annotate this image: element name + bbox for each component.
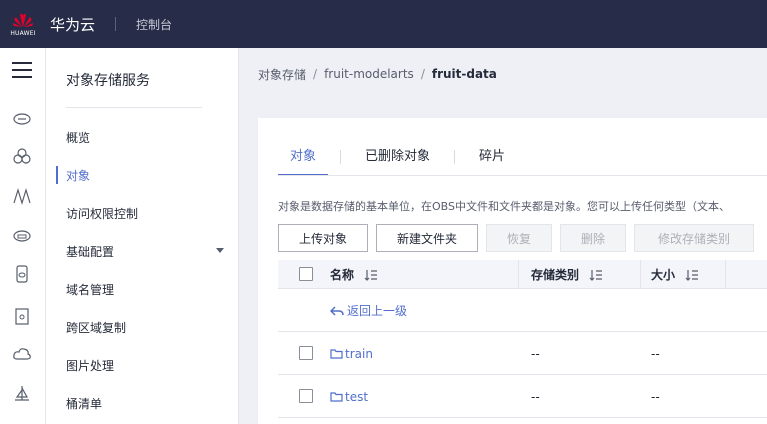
logo-text: HUAWEI xyxy=(10,29,36,37)
breadcrumb-current: fruit-data xyxy=(431,67,497,81)
nav-item-label: 基础配置 xyxy=(66,244,115,259)
delete-button[interactable]: 删除 xyxy=(560,224,626,252)
table-row: test -- -- xyxy=(278,375,767,418)
database-icon[interactable] xyxy=(12,264,32,284)
nav-item-label: 域名管理 xyxy=(66,282,115,297)
column-label: 大小 xyxy=(651,268,676,282)
column-label: 名称 xyxy=(330,268,355,282)
modify-storage-class-button[interactable]: 修改存储类别 xyxy=(634,224,754,252)
toolbar: 上传对象 新建文件夹 恢复 删除 修改存储类别 xyxy=(278,224,762,252)
folder-link[interactable]: train xyxy=(330,332,373,375)
row-checkbox[interactable] xyxy=(299,389,313,403)
huawei-logo[interactable]: HUAWEI xyxy=(0,0,46,48)
table-header: 名称 存储类别 大小 xyxy=(278,260,767,289)
new-folder-button[interactable]: 新建文件夹 xyxy=(376,224,478,252)
nav-item-cross-region-replication[interactable]: 跨区域复制 xyxy=(46,308,239,346)
select-all-checkbox[interactable] xyxy=(299,267,313,281)
ship-icon[interactable] xyxy=(12,384,32,404)
breadcrumb-separator: / xyxy=(313,67,318,81)
tab-objects[interactable]: 对象 xyxy=(278,146,329,176)
cluster-icon[interactable] xyxy=(12,146,32,166)
brand-name[interactable]: 华为云 xyxy=(50,14,95,35)
nav-item-label: 概览 xyxy=(66,130,91,145)
back-to-parent-link[interactable]: 返回上一级 xyxy=(330,289,407,332)
size-cell: -- xyxy=(651,346,660,361)
back-label: 返回上一级 xyxy=(347,304,408,318)
column-header-size[interactable]: 大小 xyxy=(651,260,699,289)
device-icon[interactable] xyxy=(12,306,32,326)
folder-link[interactable]: test xyxy=(330,375,368,418)
restore-button[interactable]: 恢复 xyxy=(486,224,552,252)
sort-icon[interactable] xyxy=(364,269,378,281)
row-checkbox[interactable] xyxy=(299,346,313,360)
service-icon-bar xyxy=(0,48,46,424)
topbar-divider xyxy=(115,17,117,31)
nav-item-basic-config[interactable]: 基础配置 xyxy=(46,232,239,270)
sort-icon[interactable] xyxy=(685,269,699,281)
nav-item-objects[interactable]: 对象 xyxy=(46,156,239,194)
cloud-server-icon[interactable] xyxy=(12,108,32,128)
breadcrumb-item-obs[interactable]: 对象存储 xyxy=(258,66,306,83)
nav-item-image-processing[interactable]: 图片处理 xyxy=(46,346,239,384)
column-divider xyxy=(640,260,641,289)
column-header-storage-class[interactable]: 存储类别 xyxy=(531,260,603,289)
storage-icon[interactable] xyxy=(12,226,32,246)
algorithm-icon[interactable] xyxy=(12,186,32,206)
console-link[interactable]: 控制台 xyxy=(136,16,172,33)
folder-icon xyxy=(330,349,343,359)
back-row: 返回上一级 xyxy=(278,289,767,332)
tab-divider xyxy=(454,150,456,164)
nav-item-label: 访问权限控制 xyxy=(66,206,139,221)
size-cell: -- xyxy=(651,389,660,404)
nav-item-label: 桶清单 xyxy=(66,396,103,411)
title-divider xyxy=(66,107,202,108)
caret-down-icon xyxy=(216,248,224,253)
object-description: 对象是数据存储的基本单位，在OBS中文件和文件夹都是对象。您可以上传任何类型（文… xyxy=(278,200,730,213)
tabs-underline xyxy=(278,175,767,176)
folder-name: test xyxy=(345,389,369,404)
storage-class-cell: -- xyxy=(531,389,540,404)
breadcrumb-separator: / xyxy=(420,67,425,81)
breadcrumb-item-bucket[interactable]: fruit-modelarts xyxy=(324,67,414,81)
huawei-flower-icon xyxy=(13,13,33,27)
tab-deleted-objects[interactable]: 已删除对象 xyxy=(353,146,442,176)
back-arrow-icon xyxy=(330,305,344,316)
tab-divider xyxy=(340,150,342,164)
nav-item-bucket-inventory[interactable]: 桶清单 xyxy=(46,384,239,422)
folder-name: train xyxy=(345,346,373,361)
nav-item-access-control[interactable]: 访问权限控制 xyxy=(46,194,239,232)
table-row: train -- -- xyxy=(278,332,767,375)
nav-item-label: 对象 xyxy=(66,168,91,183)
object-tabs: 对象 已删除对象 碎片 xyxy=(278,146,517,176)
nav-item-label: 图片处理 xyxy=(66,358,115,373)
folder-icon xyxy=(330,392,343,402)
column-label: 存储类别 xyxy=(531,268,580,282)
nav-item-label: 跨区域复制 xyxy=(66,320,127,335)
tab-fragments[interactable]: 碎片 xyxy=(467,146,517,176)
upload-object-button[interactable]: 上传对象 xyxy=(278,224,368,252)
nav-item-domain-management[interactable]: 域名管理 xyxy=(46,270,239,308)
nav-item-overview[interactable]: 概览 xyxy=(46,118,239,156)
breadcrumb: 对象存储 / fruit-modelarts / fruit-data xyxy=(239,48,767,100)
cloud-upload-icon[interactable] xyxy=(12,344,32,364)
obs-side-nav: 对象存储服务 概览 对象 访问权限控制 基础配置 域名管理 跨区域复制 图片处理… xyxy=(46,48,239,424)
column-divider xyxy=(518,260,519,289)
hamburger-menu-icon[interactable] xyxy=(12,62,32,80)
sort-icon[interactable] xyxy=(589,269,603,281)
column-header-name[interactable]: 名称 xyxy=(330,260,378,289)
column-divider xyxy=(725,260,726,289)
storage-class-cell: -- xyxy=(531,346,540,361)
top-bar: HUAWEI 华为云 控制台 xyxy=(0,0,767,48)
objects-panel: 对象 已删除对象 碎片 对象是数据存储的基本单位，在OBS中文件和文件夹都是对象… xyxy=(258,118,767,424)
service-title: 对象存储服务 xyxy=(66,73,150,89)
